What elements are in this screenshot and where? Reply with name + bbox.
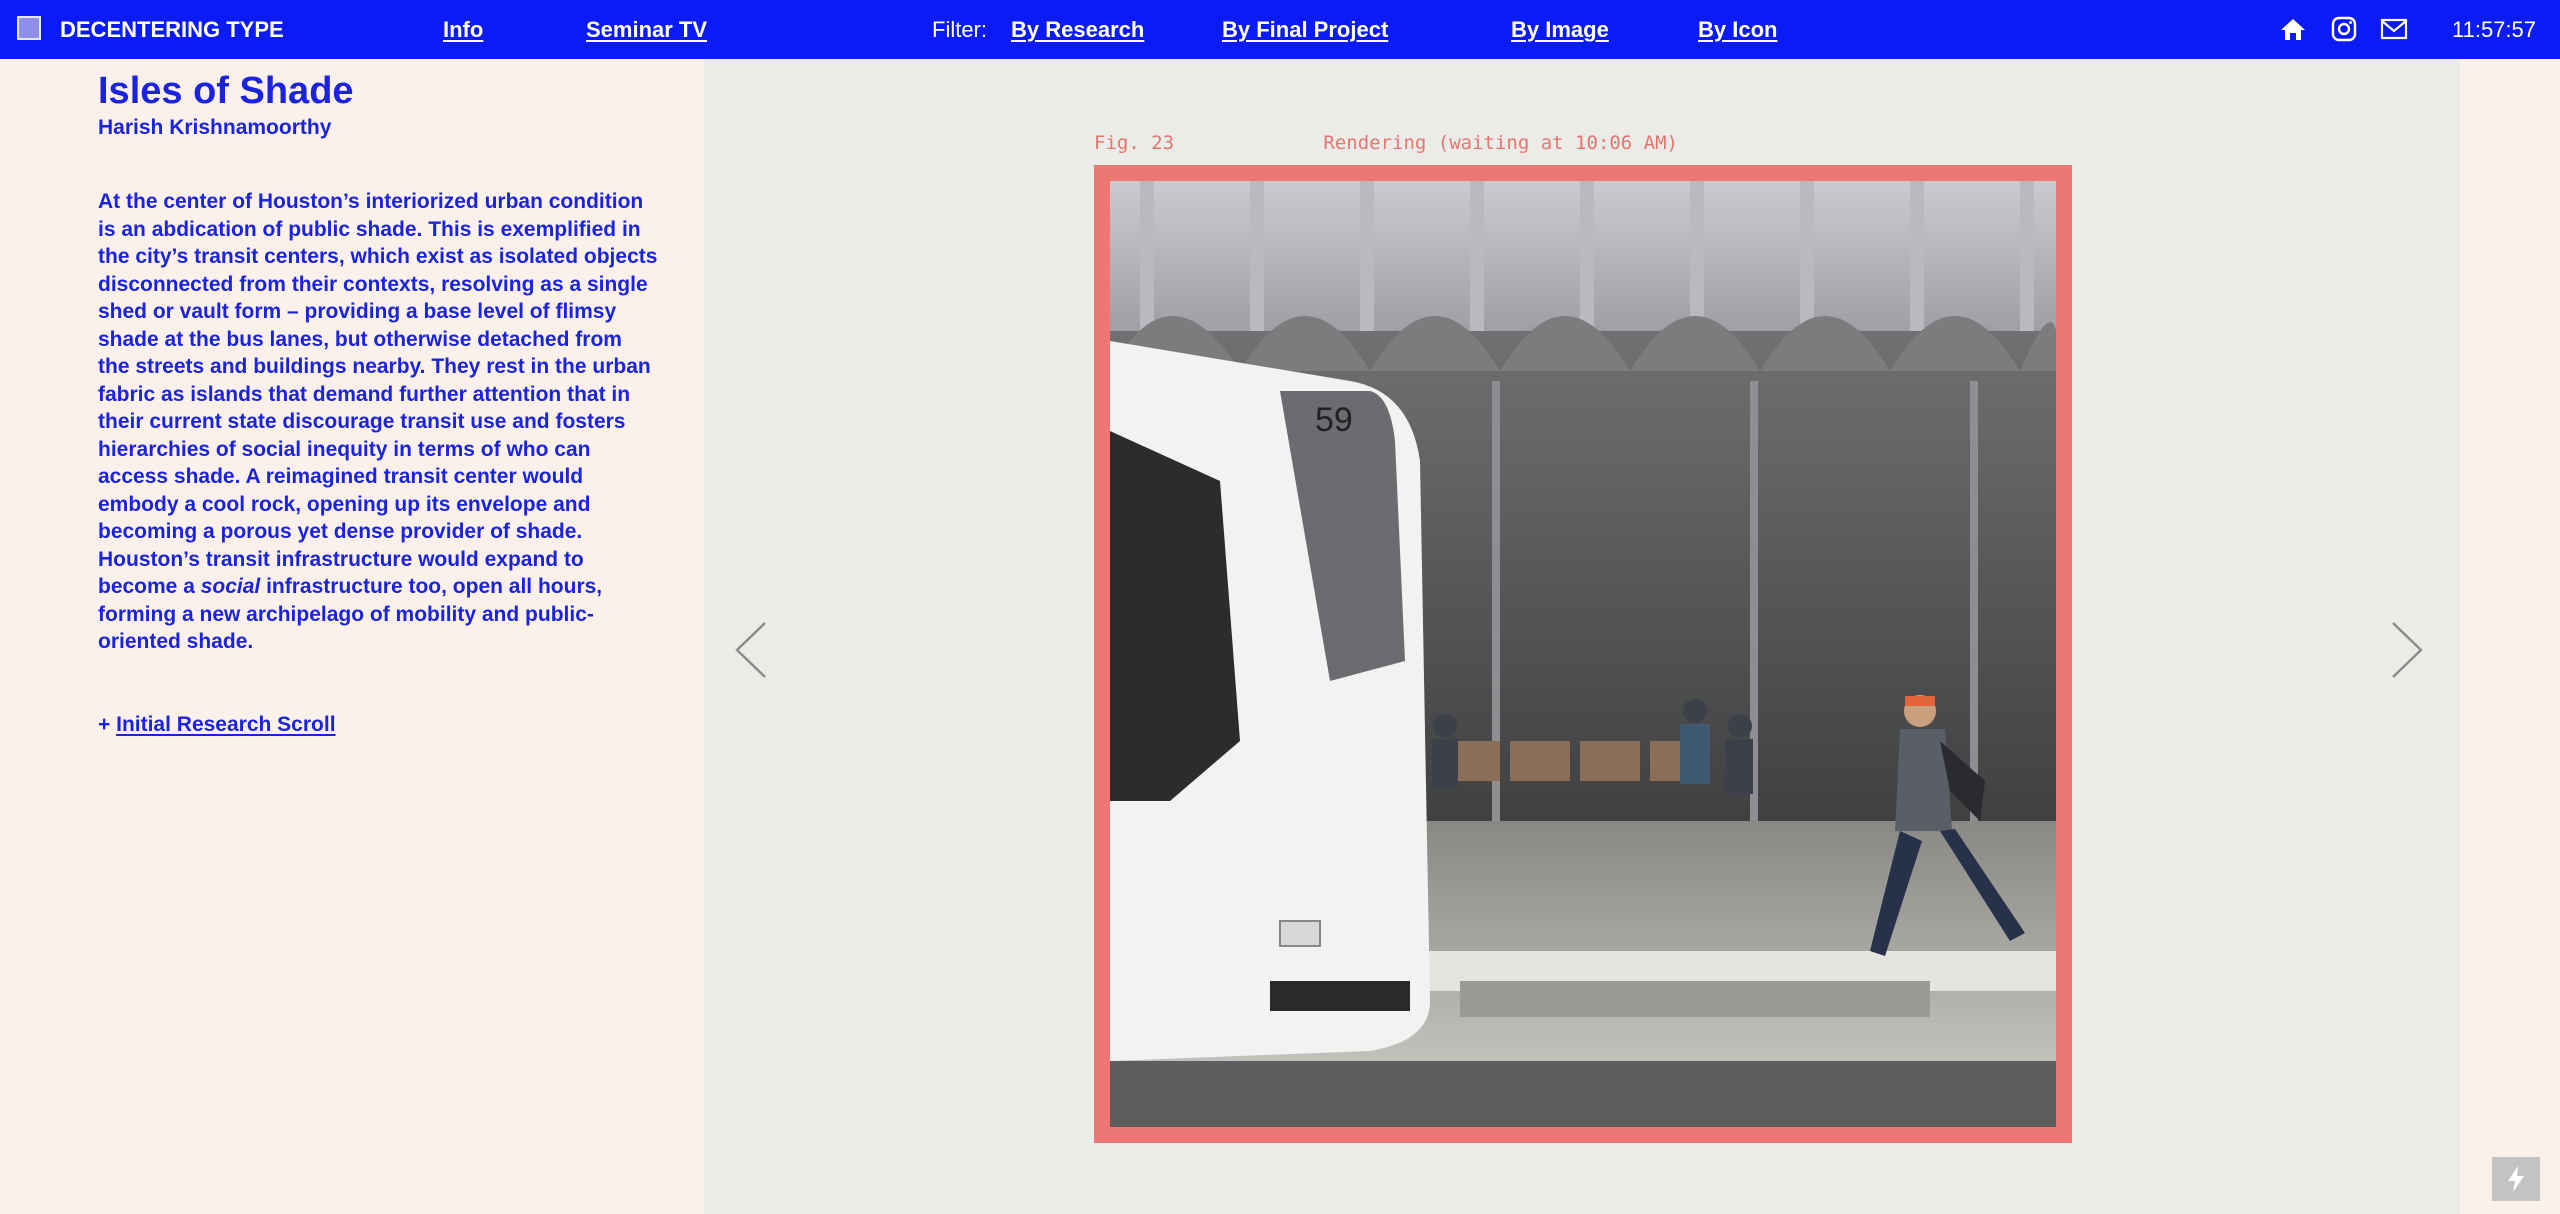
link-prefix: + <box>98 712 111 736</box>
description-emphasis: social <box>200 575 261 598</box>
logo-square-icon[interactable] <box>17 16 41 40</box>
transit-center-rendering-image[interactable]: 59 <box>1110 181 2056 1127</box>
nav-info-link[interactable]: Info <box>443 17 483 43</box>
lightning-bolt-icon[interactable] <box>2492 1157 2540 1201</box>
next-image-arrow-icon[interactable] <box>2390 621 2424 679</box>
project-author: Harish Krishnamoorthy <box>98 116 332 139</box>
previous-image-arrow-icon[interactable] <box>734 621 768 679</box>
filter-by-image-link[interactable]: By Image <box>1511 17 1609 43</box>
project-info-panel: Isles of Shade Harish Krishnamoorthy At … <box>98 68 658 739</box>
figure-label: Fig. 23 <box>1094 132 1175 154</box>
filter-by-research-link[interactable]: By Research <box>1011 17 1144 43</box>
figure-frame: 59 <box>1094 165 2072 1143</box>
filter-label: Filter: <box>932 17 987 42</box>
description-text-1: At the center of Houston’s interiorized … <box>98 190 658 598</box>
site-title[interactable]: DECENTERING TYPE <box>60 17 284 43</box>
image-viewer: Fig. 23 Rendering (waiting at 10:06 AM) <box>704 59 2460 1214</box>
filter-by-final-project-link[interactable]: By Final Project <box>1222 17 1388 43</box>
initial-research-scroll-link[interactable]: Initial Research Scroll <box>116 713 335 736</box>
clock: 11:57:57 <box>2452 17 2537 42</box>
instagram-icon[interactable] <box>2330 16 2358 42</box>
nav-seminar-tv-link[interactable]: Seminar TV <box>586 17 707 43</box>
home-icon[interactable] <box>2279 16 2307 42</box>
svg-text:59: 59 <box>1315 401 1353 439</box>
project-description: At the center of Houston’s interiorized … <box>98 188 658 656</box>
mail-icon[interactable] <box>2380 16 2408 42</box>
filter-by-icon-link[interactable]: By Icon <box>1698 17 1777 43</box>
image-status-label: Rendering (waiting at 10:06 AM) <box>1323 132 1678 154</box>
initial-research-scroll-row: + Initial Research Scroll <box>98 711 658 739</box>
project-title: Isles of Shade <box>98 70 354 112</box>
top-navigation-bar: DECENTERING TYPE Info Seminar TV Filter:… <box>0 0 2560 59</box>
